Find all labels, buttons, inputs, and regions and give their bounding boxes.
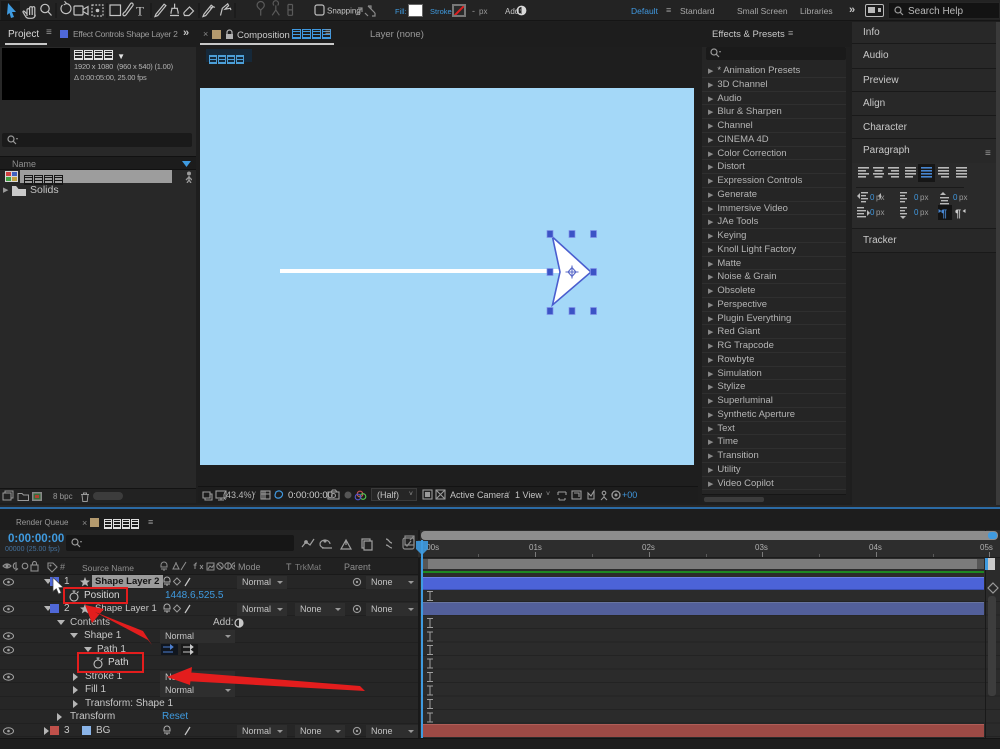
svg-text:Snapping: Snapping — [327, 7, 361, 16]
svg-text:T: T — [136, 4, 144, 19]
svg-text:px: px — [876, 208, 884, 217]
svg-text:0: 0 — [914, 193, 919, 202]
svg-text:px: px — [959, 193, 967, 202]
svg-text:0: 0 — [870, 193, 875, 202]
svg-text:px: px — [920, 208, 928, 217]
svg-text:¶: ¶ — [955, 208, 961, 220]
svg-text:¶: ¶ — [941, 208, 947, 220]
svg-text:0: 0 — [870, 208, 875, 217]
svg-text:px: px — [876, 193, 884, 202]
svg-text:0: 0 — [953, 193, 958, 202]
svg-text:px: px — [920, 193, 928, 202]
svg-text:0: 0 — [914, 208, 919, 217]
